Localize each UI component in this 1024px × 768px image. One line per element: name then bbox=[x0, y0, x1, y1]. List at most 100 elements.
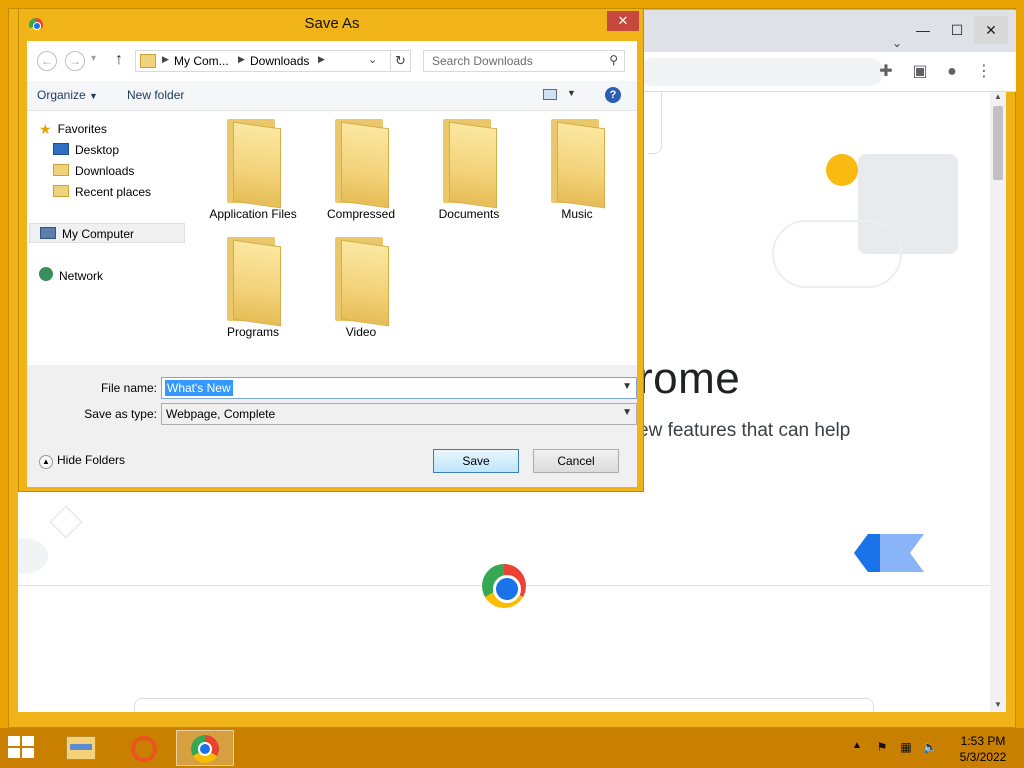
page-scrollbar[interactable]: ▲ ▼ bbox=[990, 92, 1006, 712]
omnibox[interactable] bbox=[638, 58, 884, 86]
menu-icon[interactable]: ⋮ bbox=[974, 62, 994, 82]
breadcrumb-separator-icon[interactable]: ▶ bbox=[318, 54, 325, 65]
view-options-chevron-icon[interactable]: ▼ bbox=[567, 88, 576, 98]
breadcrumb-separator-icon[interactable]: ▶ bbox=[162, 54, 169, 65]
folder-item[interactable]: Application Files bbox=[203, 111, 303, 221]
decorative-box bbox=[648, 92, 662, 154]
file-name-value: What's New bbox=[165, 380, 233, 396]
folder-icon bbox=[335, 119, 389, 209]
recent-places-icon bbox=[53, 185, 69, 197]
nav-my-computer-label: My Computer bbox=[62, 227, 135, 241]
search-icon: ⚲ bbox=[609, 53, 618, 67]
address-dropdown-icon[interactable]: ⌄ bbox=[368, 53, 377, 66]
nav-desktop-label: Desktop bbox=[75, 143, 120, 157]
close-window-button[interactable]: ✕ bbox=[974, 16, 1008, 44]
scroll-down-arrow-icon[interactable]: ▼ bbox=[990, 700, 1006, 712]
file-name-label: File name: bbox=[100, 381, 157, 395]
folder-label: Music bbox=[561, 207, 593, 221]
dialog-close-button[interactable]: ✕ bbox=[607, 11, 639, 31]
help-icon[interactable]: ? bbox=[605, 87, 621, 103]
command-bar: Organize ▼ New folder ▼ ? bbox=[27, 81, 637, 111]
nav-recent-places[interactable]: Recent places bbox=[53, 182, 151, 202]
ubuntu-icon[interactable] bbox=[116, 730, 174, 766]
decorative-half-circle bbox=[18, 538, 48, 574]
nav-network[interactable]: Network bbox=[39, 266, 103, 286]
windows-start-icon[interactable] bbox=[8, 736, 36, 760]
nav-network-label: Network bbox=[59, 269, 104, 283]
breadcrumb-my-computer[interactable]: My Com... bbox=[174, 54, 229, 68]
organize-menu[interactable]: Organize ▼ bbox=[37, 88, 98, 102]
dialog-title: Save As bbox=[304, 15, 360, 32]
organize-label: Organize bbox=[37, 88, 86, 102]
decorative-diamond bbox=[49, 505, 83, 539]
action-center-flag-icon[interactable]: ⚑ bbox=[874, 740, 890, 754]
page-subline: ew features that can help bbox=[638, 420, 851, 441]
nav-favorites[interactable]: ★ Favorites bbox=[39, 119, 107, 139]
minimize-button[interactable]: — bbox=[906, 16, 940, 44]
nav-my-computer[interactable]: My Computer bbox=[29, 223, 185, 243]
decorative-yellow-dot bbox=[826, 154, 858, 186]
recent-locations-chevron-icon[interactable]: ▾ bbox=[91, 53, 96, 64]
page-headline: rome bbox=[638, 354, 741, 403]
file-name-input[interactable]: What's New ▼ bbox=[161, 377, 637, 399]
star-icon: ★ bbox=[39, 121, 52, 137]
save-options-area: File name: What's New ▼ Save as type: We… bbox=[27, 365, 637, 487]
address-bar[interactable]: ▶ My Com... ▶ Downloads ▶ ⌄ ↻ bbox=[135, 50, 411, 72]
refresh-icon[interactable]: ↻ bbox=[390, 51, 410, 71]
save-as-type-select[interactable]: Webpage, Complete ▼ bbox=[161, 403, 637, 425]
nav-downloads[interactable]: Downloads bbox=[53, 161, 134, 181]
taskbar: ▲ ⚑ ▦ 🔈 1:53 PM 5/3/2022 bbox=[0, 728, 1024, 768]
change-view-icon[interactable] bbox=[543, 89, 557, 100]
forward-arrow-icon[interactable]: → bbox=[65, 51, 85, 71]
show-hidden-icons-icon[interactable]: ▲ bbox=[852, 740, 862, 751]
hide-folders-button[interactable]: ▲ Hide Folders bbox=[39, 453, 125, 469]
cancel-button[interactable]: Cancel bbox=[533, 449, 619, 473]
search-input[interactable]: Search Downloads ⚲ bbox=[423, 50, 625, 72]
decorative-bottom-box bbox=[134, 698, 874, 712]
folder-item[interactable]: Documents bbox=[419, 111, 519, 221]
folder-icon bbox=[227, 119, 281, 209]
decorative-blue-flag bbox=[854, 534, 924, 572]
up-arrow-icon[interactable]: ↑ bbox=[115, 51, 123, 69]
nav-recent-label: Recent places bbox=[75, 185, 152, 199]
scroll-up-arrow-icon[interactable]: ▲ bbox=[990, 92, 1006, 104]
network-status-icon[interactable]: ▦ bbox=[898, 740, 914, 754]
folder-icon bbox=[335, 237, 389, 327]
folder-item[interactable]: Video bbox=[311, 229, 411, 339]
folder-label: Video bbox=[345, 325, 377, 339]
downloads-icon bbox=[53, 164, 69, 176]
maximize-button[interactable]: ☐ bbox=[940, 16, 974, 44]
collapse-up-icon: ▲ bbox=[39, 455, 53, 469]
folder-item[interactable]: Music bbox=[527, 111, 627, 221]
extensions-icon[interactable]: ✚ bbox=[876, 62, 896, 82]
save-as-type-label: Save as type: bbox=[84, 407, 157, 421]
clock-date: 5/3/2022 bbox=[959, 750, 1007, 764]
tab-search-chevron-icon[interactable]: ⌄ bbox=[892, 36, 902, 50]
file-explorer-icon[interactable] bbox=[52, 730, 110, 766]
system-clock[interactable]: 1:53 PM 5/3/2022 bbox=[948, 733, 1018, 765]
navigation-pane: ★ Favorites Desktop Downloads Recent plac… bbox=[27, 111, 187, 365]
save-button[interactable]: Save bbox=[433, 449, 519, 473]
profile-icon[interactable]: ● bbox=[942, 62, 962, 82]
new-folder-button[interactable]: New folder bbox=[127, 88, 184, 102]
breadcrumb-downloads[interactable]: Downloads bbox=[250, 54, 309, 68]
file-list: Application Files Compressed Documents M… bbox=[203, 111, 637, 365]
save-as-dialog: Save As ✕ ← → ▾ ↑ ▶ My Com... ▶ Download… bbox=[18, 8, 644, 492]
volume-muted-icon[interactable]: 🔈 bbox=[922, 740, 938, 754]
chrome-icon[interactable] bbox=[176, 730, 234, 766]
back-arrow-icon[interactable]: ← bbox=[37, 51, 57, 71]
decorative-pill bbox=[772, 220, 902, 288]
save-as-type-value: Webpage, Complete bbox=[166, 407, 276, 421]
chrome-logo-icon bbox=[482, 564, 526, 608]
scroll-thumb[interactable] bbox=[993, 106, 1003, 180]
folder-item[interactable]: Programs bbox=[203, 229, 303, 339]
nav-downloads-label: Downloads bbox=[75, 164, 135, 178]
search-placeholder: Search Downloads bbox=[432, 54, 533, 68]
chevron-down-icon[interactable]: ▼ bbox=[622, 381, 632, 392]
desktop-icon bbox=[53, 143, 69, 155]
downloads-folder-icon bbox=[140, 54, 156, 68]
breadcrumb-separator-icon[interactable]: ▶ bbox=[238, 54, 245, 65]
folder-item[interactable]: Compressed bbox=[311, 111, 411, 221]
side-panel-icon[interactable]: ▣ bbox=[910, 62, 930, 82]
nav-desktop[interactable]: Desktop bbox=[53, 140, 119, 160]
